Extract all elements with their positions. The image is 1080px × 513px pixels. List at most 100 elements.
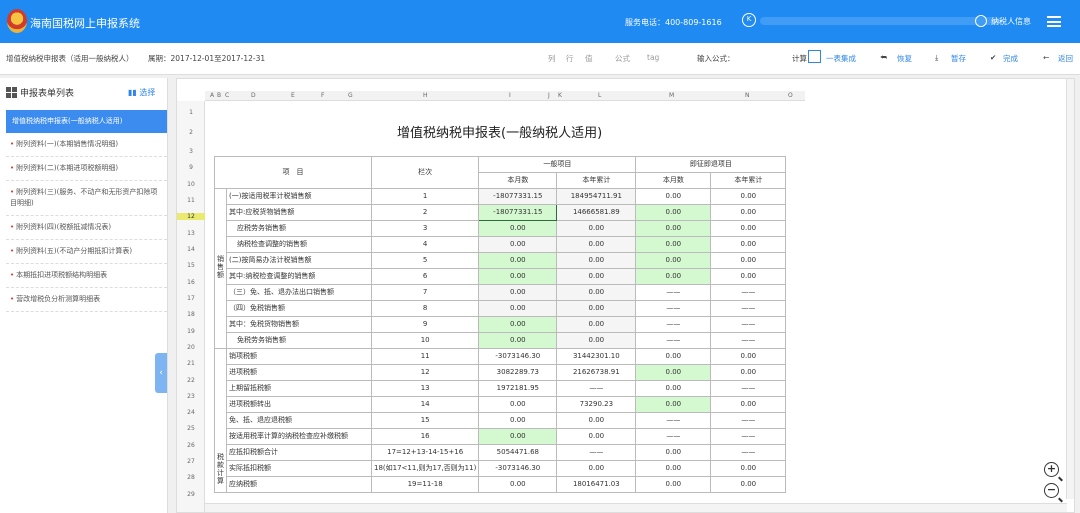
value-cell[interactable]: 0.00 [556, 284, 637, 301]
column-header[interactable]: O [788, 92, 793, 99]
formula-field[interactable]: 公式 [615, 53, 630, 64]
row-number[interactable]: 2 [177, 129, 205, 136]
value-cell[interactable]: 14666581.89 [556, 204, 637, 221]
column-header[interactable]: L [598, 92, 601, 99]
row-number[interactable]: 19 [177, 328, 205, 335]
column-header[interactable]: F [321, 92, 324, 99]
column-header[interactable]: K [558, 92, 562, 99]
sidebar-item[interactable]: 附列资料(四)(税额抵减情况表) [6, 216, 167, 240]
row-number[interactable]: 3 [177, 148, 205, 155]
value-cell[interactable]: 0.00 [635, 252, 712, 269]
value-cell[interactable]: 0.00 [556, 332, 637, 349]
value-cell[interactable]: 0.00 [478, 316, 558, 333]
value-cell[interactable]: —— [710, 316, 787, 333]
value-cell[interactable]: 0.00 [710, 476, 787, 493]
column-header[interactable]: G [348, 92, 353, 99]
value-cell[interactable]: 0.00 [635, 348, 712, 365]
row-number[interactable]: 17 [177, 295, 205, 302]
value-cell[interactable]: 73290.23 [556, 396, 637, 413]
value-cell[interactable]: 3082289.73 [478, 364, 558, 381]
tag-field[interactable]: tag [647, 53, 659, 62]
column-header[interactable]: I [509, 92, 511, 99]
value-cell[interactable]: 0.00 [478, 236, 558, 253]
column-header[interactable]: D [251, 92, 256, 99]
value-cell[interactable]: 0.00 [556, 220, 637, 237]
value-cell[interactable]: 184954711.91 [556, 188, 637, 205]
value-cell[interactable]: —— [710, 444, 787, 461]
value-cell[interactable]: —— [710, 300, 787, 317]
one-table-button[interactable]: 一表集成 [826, 53, 856, 64]
zoom-out-icon[interactable]: − [1044, 483, 1059, 498]
value-cell[interactable]: 0.00 [478, 300, 558, 317]
value-cell[interactable]: 0.00 [710, 268, 787, 285]
column-header[interactable]: C [225, 92, 229, 99]
value-cell[interactable]: -18077331.15 [478, 188, 558, 205]
value-cell[interactable]: 0.00 [556, 428, 637, 445]
row-number[interactable]: 28 [177, 474, 205, 481]
value-cell[interactable]: 0.00 [478, 476, 558, 493]
value-cell[interactable]: 0.00 [710, 252, 787, 269]
value-cell[interactable]: 0.00 [556, 252, 637, 269]
sidebar-item[interactable]: 增值税纳税申报表(一般纳税人适用) [6, 110, 167, 133]
value-cell[interactable]: 0.00 [635, 236, 712, 253]
value-cell[interactable]: 0.00 [556, 236, 637, 253]
value-cell[interactable]: -3073146.30 [478, 460, 558, 477]
row-number[interactable]: 10 [177, 181, 205, 188]
value-cell[interactable]: 0.00 [635, 364, 712, 381]
vertical-scrollbar[interactable] [1066, 79, 1074, 499]
value-cell[interactable]: 1972181.95 [478, 380, 558, 397]
sidebar-item[interactable]: 附列资料(五)(不动产分期抵扣计算表) [6, 240, 167, 264]
value-cell[interactable]: 0.00 [710, 460, 787, 477]
horizontal-scrollbar[interactable] [205, 503, 1067, 512]
value-cell[interactable]: —— [710, 332, 787, 349]
value-cell[interactable]: 0.00 [635, 380, 712, 397]
value-cell[interactable]: 0.00 [710, 220, 787, 237]
collapse-sidebar-button[interactable]: ‹ [155, 353, 167, 393]
row-number[interactable]: 21 [177, 360, 205, 367]
save-button[interactable]: 暂存 [951, 53, 966, 64]
value-cell[interactable]: 0.00 [635, 396, 712, 413]
value-cell[interactable]: —— [710, 284, 787, 301]
value-cell[interactable]: 0.00 [710, 348, 787, 365]
column-header[interactable]: J [548, 92, 550, 99]
value-cell[interactable]: —— [635, 284, 712, 301]
row-number[interactable]: 11 [177, 197, 205, 204]
sidebar-item[interactable]: 附列资料(二)(本期进项税额明细) [6, 157, 167, 181]
value-cell[interactable]: 0.00 [635, 220, 712, 237]
value-cell[interactable]: 0.00 [710, 396, 787, 413]
row-number[interactable]: 9 [177, 164, 205, 171]
value-cell[interactable]: 0.00 [635, 204, 712, 221]
row-number[interactable]: 15 [177, 262, 205, 269]
row-number[interactable]: 25 [177, 425, 205, 432]
row-number[interactable]: 20 [177, 344, 205, 351]
sidebar-item[interactable]: 附列资料(三)(服务、不动产和无形资产扣除项目明细) [6, 181, 167, 216]
done-button[interactable]: 完成 [1003, 53, 1018, 64]
value-cell[interactable]: —— [635, 332, 712, 349]
value-cell[interactable]: -18077331.15 [478, 204, 558, 221]
sidebar-item[interactable]: 附列资料(一)(本期销售情况明细) [6, 133, 167, 157]
value-cell[interactable]: 0.00 [556, 300, 637, 317]
column-header[interactable]: B [217, 92, 221, 99]
row-number[interactable]: 14 [177, 246, 205, 253]
value-cell[interactable]: 0.00 [478, 412, 558, 429]
sidebar-item[interactable]: 本期抵扣进项税额结构明细表 [6, 264, 167, 288]
value-cell[interactable]: 0.00 [556, 268, 637, 285]
calc-button[interactable]: 计算 [792, 53, 807, 64]
value-cell[interactable]: 0.00 [710, 236, 787, 253]
row-number[interactable]: 23 [177, 393, 205, 400]
value-cell[interactable]: 0.00 [635, 476, 712, 493]
value-cell[interactable]: —— [635, 300, 712, 317]
value-cell[interactable]: 0.00 [556, 412, 637, 429]
column-header[interactable]: H [423, 92, 428, 99]
row-number[interactable]: 24 [177, 409, 205, 416]
value-cell[interactable]: —— [556, 444, 637, 461]
column-header[interactable]: M [669, 92, 674, 99]
value-cell[interactable]: —— [710, 428, 787, 445]
value-cell[interactable]: 0.00 [710, 188, 787, 205]
row-number[interactable]: 1 [177, 109, 205, 116]
row-number[interactable]: 13 [177, 230, 205, 237]
sidebar-item[interactable]: 营改增税负分析测算明细表 [6, 288, 167, 312]
row-number[interactable]: 16 [177, 279, 205, 286]
value-cell[interactable]: 18016471.03 [556, 476, 637, 493]
value-cell[interactable]: —— [710, 380, 787, 397]
